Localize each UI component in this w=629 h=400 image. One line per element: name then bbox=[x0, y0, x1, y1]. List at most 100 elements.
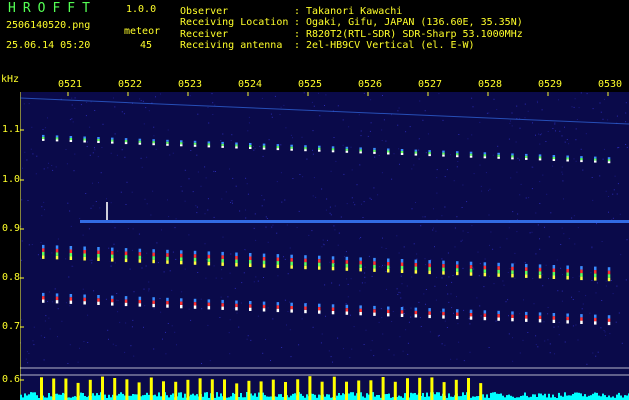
noise-speck bbox=[196, 206, 198, 208]
noise-speck bbox=[272, 224, 274, 226]
noise-speck bbox=[547, 131, 549, 132]
noise-speck bbox=[599, 102, 601, 104]
noise-speck bbox=[229, 353, 231, 355]
echo-dash bbox=[193, 254, 197, 258]
noise-bar bbox=[592, 393, 594, 400]
echo-dash bbox=[580, 158, 583, 161]
noise-speck bbox=[263, 277, 264, 278]
noise-bar bbox=[540, 393, 542, 400]
noise-bar bbox=[142, 395, 144, 400]
noise-speck bbox=[262, 155, 264, 157]
noise-speck bbox=[86, 146, 88, 147]
noise-bar bbox=[426, 392, 428, 400]
noise-speck bbox=[215, 277, 217, 279]
noise-speck bbox=[245, 217, 247, 219]
noise-speck bbox=[329, 261, 331, 263]
echo-dash bbox=[387, 152, 390, 155]
noise-bar bbox=[572, 394, 574, 400]
echo-dash bbox=[497, 317, 500, 321]
noise-bar bbox=[144, 394, 146, 400]
noise-speck bbox=[57, 336, 58, 338]
noise-speck bbox=[437, 335, 439, 337]
echo-dash bbox=[180, 260, 183, 265]
noise-speck bbox=[600, 111, 602, 113]
noise-bar bbox=[510, 395, 512, 400]
echo-dash bbox=[42, 136, 45, 139]
noise-speck bbox=[286, 324, 287, 326]
noise-speck bbox=[473, 268, 475, 270]
echo-dash bbox=[373, 261, 376, 265]
echo-dash bbox=[111, 141, 114, 144]
echo-dash bbox=[249, 253, 252, 257]
noise-bar bbox=[206, 392, 208, 400]
echo-dash bbox=[400, 153, 404, 155]
noise-bar bbox=[280, 394, 282, 400]
noise-bar bbox=[34, 392, 36, 400]
y-axis-label: kHz bbox=[1, 74, 20, 85]
echo-dash bbox=[607, 321, 611, 326]
noise-bar bbox=[542, 395, 544, 400]
echo-dash bbox=[414, 266, 418, 271]
noise-speck bbox=[123, 113, 125, 115]
echo-dash bbox=[69, 246, 73, 250]
noise-speck bbox=[406, 285, 408, 287]
noise-speck bbox=[552, 128, 554, 129]
noise-speck bbox=[602, 118, 604, 120]
noise-speck bbox=[537, 102, 538, 104]
noise-speck bbox=[625, 144, 627, 145]
noise-speck bbox=[35, 173, 37, 175]
noise-bar bbox=[378, 395, 380, 400]
noise-speck bbox=[301, 136, 303, 138]
noise-speck bbox=[605, 285, 607, 287]
noise-bar bbox=[434, 394, 436, 400]
echo-dash bbox=[193, 302, 197, 306]
noise-speck bbox=[181, 291, 183, 293]
noise-speck bbox=[616, 193, 618, 195]
noise-speck bbox=[48, 162, 49, 164]
noise-speck bbox=[380, 308, 382, 310]
echo-dash bbox=[221, 143, 224, 146]
noise-speck bbox=[40, 258, 42, 260]
y-tick-label: 1.1 bbox=[2, 124, 21, 135]
noise-speck bbox=[592, 108, 594, 110]
x-tick-label: 0525 bbox=[298, 79, 323, 90]
noise-speck bbox=[591, 177, 593, 178]
noise-speck bbox=[462, 267, 464, 269]
noise-speck bbox=[476, 297, 478, 299]
noise-speck bbox=[270, 360, 271, 361]
info-sep-antenna: : bbox=[294, 40, 301, 51]
noise-speck bbox=[458, 341, 460, 343]
noise-speck bbox=[537, 346, 539, 348]
echo-dash bbox=[331, 256, 335, 260]
echo-dash bbox=[345, 146, 349, 149]
noise-speck bbox=[558, 321, 560, 323]
noise-speck bbox=[221, 277, 223, 279]
noise-speck bbox=[398, 148, 400, 150]
echo-dash bbox=[235, 303, 238, 308]
echo-dash bbox=[373, 309, 376, 313]
echo-dash bbox=[387, 258, 390, 262]
noise-bar bbox=[626, 395, 628, 400]
noise-speck bbox=[493, 283, 495, 285]
echo-dash bbox=[304, 145, 307, 148]
noise-speck bbox=[577, 339, 579, 341]
noise-bar bbox=[232, 392, 234, 400]
noise-speck bbox=[167, 323, 169, 324]
echo-dash bbox=[566, 269, 569, 273]
noise-speck bbox=[413, 243, 415, 245]
noise-speck bbox=[146, 203, 148, 205]
echo-dash bbox=[193, 140, 197, 143]
noise-speck bbox=[148, 281, 150, 283]
noise-speck bbox=[22, 167, 23, 169]
noise-speck bbox=[605, 280, 607, 282]
noise-speck bbox=[413, 164, 415, 166]
noise-bar bbox=[520, 396, 522, 400]
echo-dash bbox=[607, 161, 611, 164]
noise-bar bbox=[534, 394, 536, 400]
echo-dash bbox=[180, 257, 183, 261]
noise-speck bbox=[91, 259, 93, 261]
noise-bar bbox=[266, 396, 268, 400]
noise-speck bbox=[329, 206, 331, 208]
noise-speck bbox=[479, 305, 481, 307]
noise-speck bbox=[114, 106, 116, 108]
